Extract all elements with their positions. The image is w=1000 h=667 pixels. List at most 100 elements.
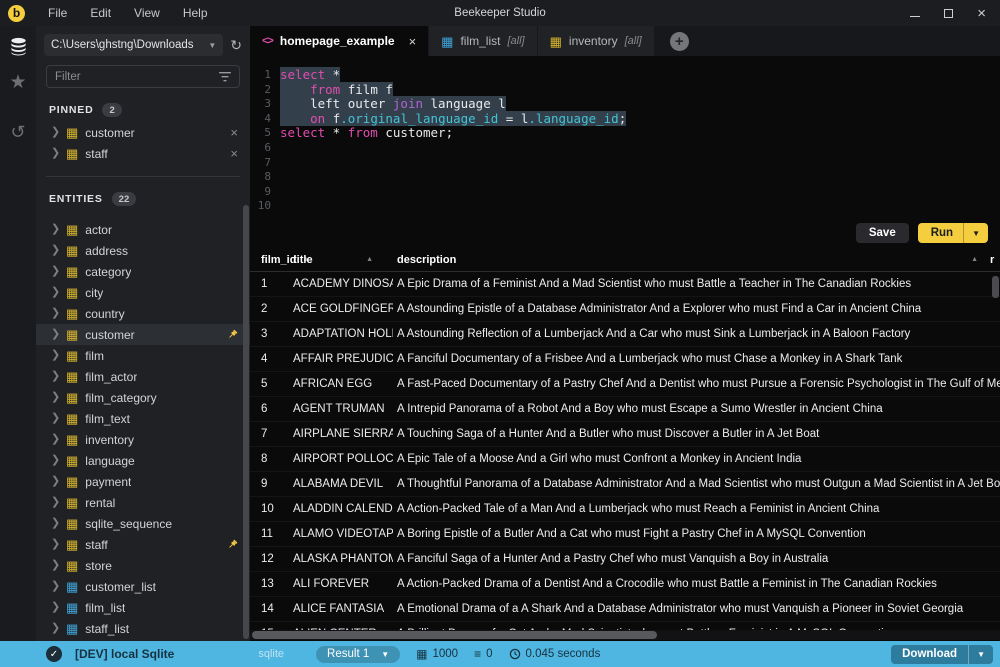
entity-customer[interactable]: ❯▦customer [36, 324, 250, 345]
results-vertical-scrollbar[interactable] [992, 276, 999, 298]
cell-title[interactable]: ALI FOREVER [293, 578, 393, 590]
column-header-title[interactable]: title ▲ [293, 254, 393, 266]
entity-film[interactable]: ❯▦film [36, 345, 250, 366]
table-row[interactable]: 1ACADEMY DINOSAURA Epic Drama of a Femin… [250, 272, 1000, 297]
cell-title[interactable]: AFRICAN EGG [293, 378, 393, 390]
sidebar-scrollbar[interactable] [243, 205, 249, 639]
cell-title[interactable]: ALASKA PHANTOM [293, 553, 393, 565]
cell-description[interactable]: A Fast-Paced Documentary of a Pastry Che… [393, 378, 1000, 390]
column-header-partial[interactable]: r [990, 254, 1000, 266]
chevron-right-icon[interactable]: ❯ [51, 518, 59, 529]
cell-title[interactable]: ADAPTATION HOLES [293, 328, 393, 340]
cell-description[interactable]: A Astounding Reflection of a Lumberjack … [393, 328, 1000, 340]
entity-film_category[interactable]: ❯▦film_category [36, 387, 250, 408]
entity-film_text[interactable]: ❯▦film_text [36, 408, 250, 429]
column-header-film-id[interactable]: film_id ▲ [250, 254, 293, 266]
refresh-icon[interactable]: ↻ [230, 38, 242, 52]
download-button[interactable]: Download ▼ [891, 645, 993, 664]
cell-film-id[interactable]: 8 [250, 453, 293, 465]
close-icon[interactable]: × [977, 6, 986, 21]
menu-view[interactable]: View [134, 6, 160, 20]
history-icon[interactable]: ↺ [6, 120, 30, 144]
add-tab-button[interactable]: + [670, 32, 689, 51]
table-row[interactable]: 8AIRPORT POLLOCKA Epic Tale of a Moose A… [250, 447, 1000, 472]
chevron-right-icon[interactable]: ❯ [51, 287, 59, 298]
cell-description[interactable]: A Epic Drama of a Feminist And a Mad Sci… [393, 278, 1000, 290]
chevron-right-icon[interactable]: ❯ [51, 392, 59, 403]
cell-title[interactable]: ALAMO VIDEOTAPE [293, 528, 393, 540]
chevron-right-icon[interactable]: ❯ [51, 497, 59, 508]
chevron-right-icon[interactable]: ❯ [51, 350, 59, 361]
cell-description[interactable]: A Action-Packed Tale of a Man And a Lumb… [393, 503, 1000, 515]
chevron-right-icon[interactable]: ❯ [51, 602, 59, 613]
entity-sqlite_sequence[interactable]: ❯▦sqlite_sequence [36, 513, 250, 534]
cell-title[interactable]: ALICE FANTASIA [293, 603, 393, 615]
chevron-right-icon[interactable]: ❯ [51, 623, 59, 634]
table-row[interactable]: 6AGENT TRUMANA Intrepid Panorama of a Ro… [250, 397, 1000, 422]
sql-editor[interactable]: 1select *2 from film f3 left outer join … [250, 56, 1000, 218]
tab-film_list[interactable]: ▦film_list[all] [429, 26, 536, 56]
cell-title[interactable]: ACADEMY DINOSAUR [293, 278, 393, 290]
chevron-right-icon[interactable]: ❯ [51, 329, 59, 340]
chevron-right-icon[interactable]: ❯ [51, 455, 59, 466]
connection-dropdown[interactable]: C:\Users\ghstng\Downloads ▼ [44, 34, 223, 56]
table-row[interactable]: 9ALABAMA DEVILA Thoughtful Panorama of a… [250, 472, 1000, 497]
cell-title[interactable]: ALABAMA DEVIL [293, 478, 393, 490]
entity-payment[interactable]: ❯▦payment [36, 471, 250, 492]
entity-actor[interactable]: ❯▦actor [36, 219, 250, 240]
cell-description[interactable]: A Action-Packed Drama of a Dentist And a… [393, 578, 1000, 590]
chevron-right-icon[interactable]: ❯ [51, 266, 59, 277]
cell-film-id[interactable]: 7 [250, 428, 293, 440]
cell-title[interactable]: ALADDIN CALENDAR [293, 503, 393, 515]
pinned-item-customer[interactable]: ❯▦customer× [36, 122, 250, 143]
chevron-right-icon[interactable]: ❯ [51, 581, 59, 592]
table-row[interactable]: 12ALASKA PHANTOMA Fanciful Saga of a Hun… [250, 547, 1000, 572]
cell-film-id[interactable]: 4 [250, 353, 293, 365]
cell-title[interactable]: AIRPLANE SIERRA [293, 428, 393, 440]
entity-address[interactable]: ❯▦address [36, 240, 250, 261]
chevron-right-icon[interactable]: ❯ [51, 476, 59, 487]
favorites-star-icon[interactable]: ★ [6, 70, 30, 94]
run-dropdown-caret-icon[interactable]: ▼ [963, 223, 988, 243]
cell-description[interactable]: A Fanciful Saga of a Hunter And a Pastry… [393, 553, 1000, 565]
cell-description[interactable]: A Epic Tale of a Moose And a Girl who mu… [393, 453, 1000, 465]
unpin-close-icon[interactable]: × [230, 126, 238, 139]
entity-country[interactable]: ❯▦country [36, 303, 250, 324]
download-dropdown-caret-icon[interactable]: ▼ [968, 645, 993, 664]
entity-city[interactable]: ❯▦city [36, 282, 250, 303]
entity-category[interactable]: ❯▦category [36, 261, 250, 282]
table-row[interactable]: 11ALAMO VIDEOTAPEA Boring Epistle of a B… [250, 522, 1000, 547]
cell-description[interactable]: A Thoughtful Panorama of a Database Admi… [393, 478, 1000, 490]
cell-description[interactable]: A Intrepid Panorama of a Robot And a Boy… [393, 403, 1000, 415]
filter-input[interactable] [55, 71, 213, 83]
pinned-item-staff[interactable]: ❯▦staff× [36, 143, 250, 164]
cell-title[interactable]: AIRPORT POLLOCK [293, 453, 393, 465]
cell-film-id[interactable]: 5 [250, 378, 293, 390]
chevron-right-icon[interactable]: ❯ [51, 413, 59, 424]
cell-film-id[interactable]: 6 [250, 403, 293, 415]
cell-title[interactable]: ACE GOLDFINGER [293, 303, 393, 315]
database-icon[interactable] [6, 34, 30, 58]
cell-description[interactable]: A Touching Saga of a Hunter And a Butler… [393, 428, 1000, 440]
result-selector[interactable]: Result 1 ▼ [316, 646, 400, 663]
results-horizontal-scrollbar[interactable] [250, 630, 1000, 640]
entity-customer_list[interactable]: ❯▦customer_list [36, 576, 250, 597]
run-button[interactable]: Run ▼ [918, 223, 988, 243]
tab-close-icon[interactable]: × [409, 34, 417, 49]
cell-film-id[interactable]: 2 [250, 303, 293, 315]
menu-edit[interactable]: Edit [90, 6, 111, 20]
entity-language[interactable]: ❯▦language [36, 450, 250, 471]
chevron-right-icon[interactable]: ❯ [51, 224, 59, 235]
cell-film-id[interactable]: 11 [250, 528, 293, 540]
download-button-label[interactable]: Download [891, 645, 968, 664]
entity-film_actor[interactable]: ❯▦film_actor [36, 366, 250, 387]
column-header-description[interactable]: description ▲ [393, 254, 990, 266]
cell-description[interactable]: A Fanciful Documentary of a Frisbee And … [393, 353, 1000, 365]
table-row[interactable]: 14ALICE FANTASIAA Emotional Drama of a A… [250, 597, 1000, 622]
cell-title[interactable]: AFFAIR PREJUDICE [293, 353, 393, 365]
table-row[interactable]: 2ACE GOLDFINGERA Astounding Epistle of a… [250, 297, 1000, 322]
chevron-right-icon[interactable]: ❯ [51, 434, 59, 445]
tab-homepage_example[interactable]: <>homepage_example× [250, 26, 428, 56]
chevron-right-icon[interactable]: ❯ [51, 245, 59, 256]
run-button-label[interactable]: Run [918, 223, 963, 243]
